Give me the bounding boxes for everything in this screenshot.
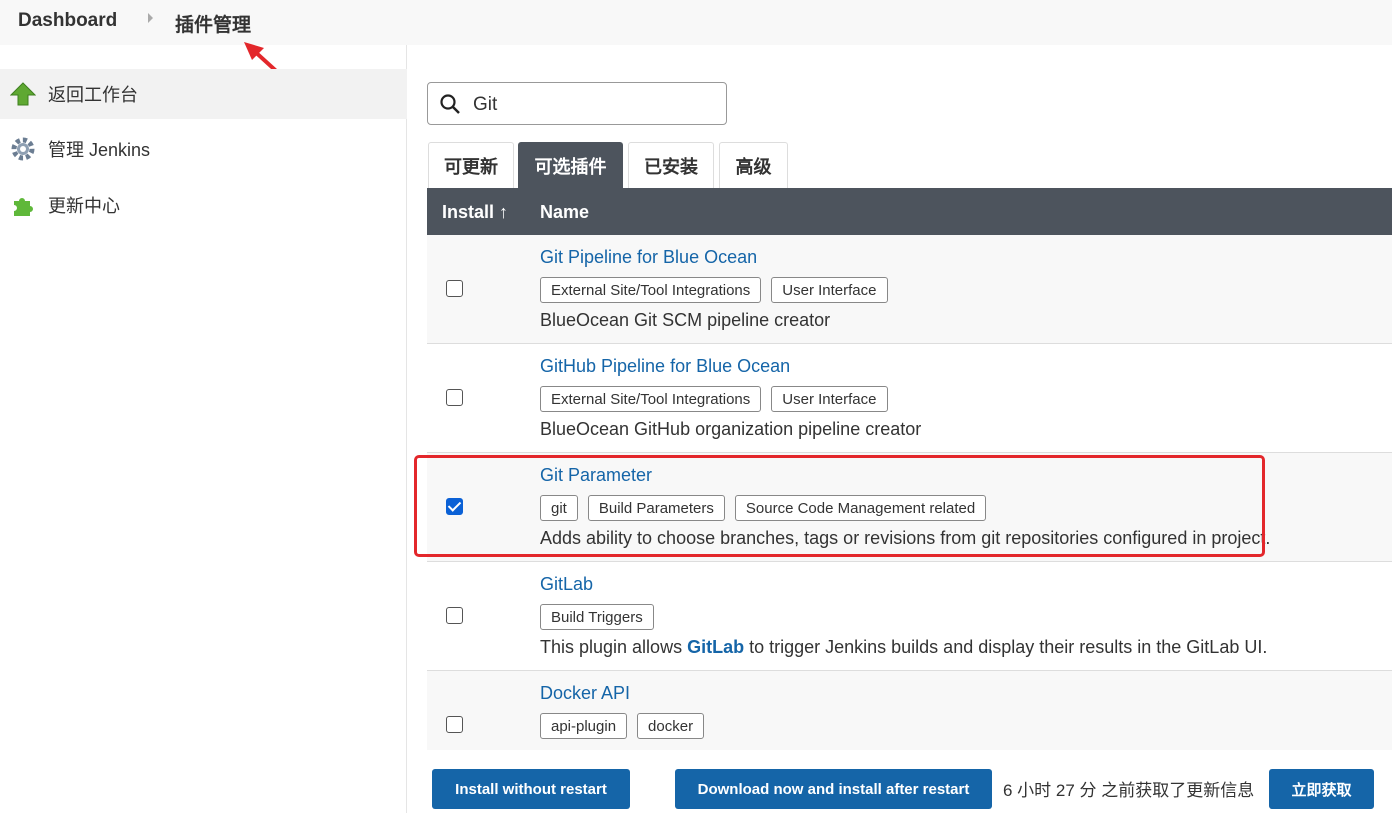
tab-advanced[interactable]: 高级 — [719, 142, 788, 188]
install-checkbox[interactable] — [446, 607, 463, 624]
plugin-tag[interactable]: Build Triggers — [540, 604, 654, 630]
tab-installed[interactable]: 已安装 — [628, 142, 714, 188]
breadcrumb: Dashboard 插件管理 — [0, 0, 1392, 45]
search-input[interactable]: Git — [427, 82, 727, 125]
plugin-name-link[interactable]: GitHub Pipeline for Blue Ocean — [540, 356, 790, 377]
name-column-header[interactable]: Name — [540, 202, 589, 223]
table-row: Docker API api-plugin docker — [427, 671, 1392, 750]
desc-text: This plugin allows — [540, 637, 688, 657]
up-arrow-icon — [10, 82, 36, 106]
install-checkbox[interactable] — [446, 389, 463, 406]
gitlab-link[interactable]: GitLab — [687, 637, 744, 657]
sidebar: 返回工作台 管理 Jenkins 更新中心 — [0, 45, 407, 813]
sidebar-item-manage-jenkins[interactable]: 管理 Jenkins — [0, 124, 407, 174]
search-value: Git — [473, 94, 498, 115]
install-checkbox[interactable] — [446, 280, 463, 297]
breadcrumb-current: 插件管理 — [175, 15, 252, 36]
plugin-name-link[interactable]: GitLab — [540, 574, 593, 595]
tab-available[interactable]: 可选插件 — [518, 142, 623, 188]
update-info-text: 6 小时 27 分 之前获取了更新信息 — [1003, 781, 1255, 800]
table-row: GitLab Build Triggers This plugin allows… — [427, 562, 1392, 671]
plugin-tags: Build Triggers — [540, 604, 654, 630]
plugin-description: This plugin allows GitLab to trigger Jen… — [540, 637, 1267, 658]
plugin-tags: External Site/Tool Integrations User Int… — [540, 277, 888, 303]
plugin-tags: api-plugin docker — [540, 713, 705, 739]
sidebar-item-update-center[interactable]: 更新中心 — [0, 180, 407, 230]
red-highlight-box — [414, 455, 1265, 557]
table-row: GitHub Pipeline for Blue Ocean External … — [427, 344, 1392, 453]
plugin-tag[interactable]: User Interface — [771, 386, 888, 412]
plugin-tag[interactable]: External Site/Tool Integrations — [540, 277, 762, 303]
desc-text: to trigger Jenkins builds and display th… — [744, 637, 1268, 657]
plugin-name-link[interactable]: Git Pipeline for Blue Ocean — [540, 247, 757, 268]
breadcrumb-dashboard[interactable]: Dashboard — [18, 10, 117, 32]
plugin-tag[interactable]: External Site/Tool Integrations — [540, 386, 762, 412]
plugin-name-link[interactable]: Docker API — [540, 683, 630, 704]
search-icon — [440, 94, 460, 114]
fetch-now-button[interactable]: 立即获取 — [1269, 769, 1374, 809]
download-install-after-restart-button[interactable]: Download now and install after restart — [675, 769, 992, 809]
plugin-description: BlueOcean Git SCM pipeline creator — [540, 310, 831, 330]
install-checkbox[interactable] — [446, 716, 463, 733]
table-header: Install ↑ Name — [427, 188, 1392, 235]
plugin-description: BlueOcean GitHub organization pipeline c… — [540, 419, 922, 439]
breadcrumb-separator-icon — [148, 13, 153, 23]
sidebar-item-label: 返回工作台 — [48, 85, 138, 105]
tab-updates[interactable]: 可更新 — [428, 142, 514, 188]
install-without-restart-button[interactable]: Install without restart — [432, 769, 630, 809]
gear-icon — [11, 137, 35, 161]
plugin-tag[interactable]: docker — [637, 713, 705, 739]
sidebar-item-back-to-dashboard[interactable]: 返回工作台 — [0, 69, 407, 119]
sidebar-item-label: 管理 Jenkins — [48, 140, 151, 160]
puzzle-icon — [14, 198, 33, 216]
plugin-tags: External Site/Tool Integrations User Int… — [540, 386, 888, 412]
sidebar-item-label: 更新中心 — [48, 196, 120, 216]
table-row: Git Pipeline for Blue Ocean External Sit… — [427, 235, 1392, 344]
install-column-header[interactable]: Install ↑ — [442, 202, 508, 223]
plugin-tag[interactable]: User Interface — [771, 277, 888, 303]
plugin-tag[interactable]: api-plugin — [540, 713, 628, 739]
